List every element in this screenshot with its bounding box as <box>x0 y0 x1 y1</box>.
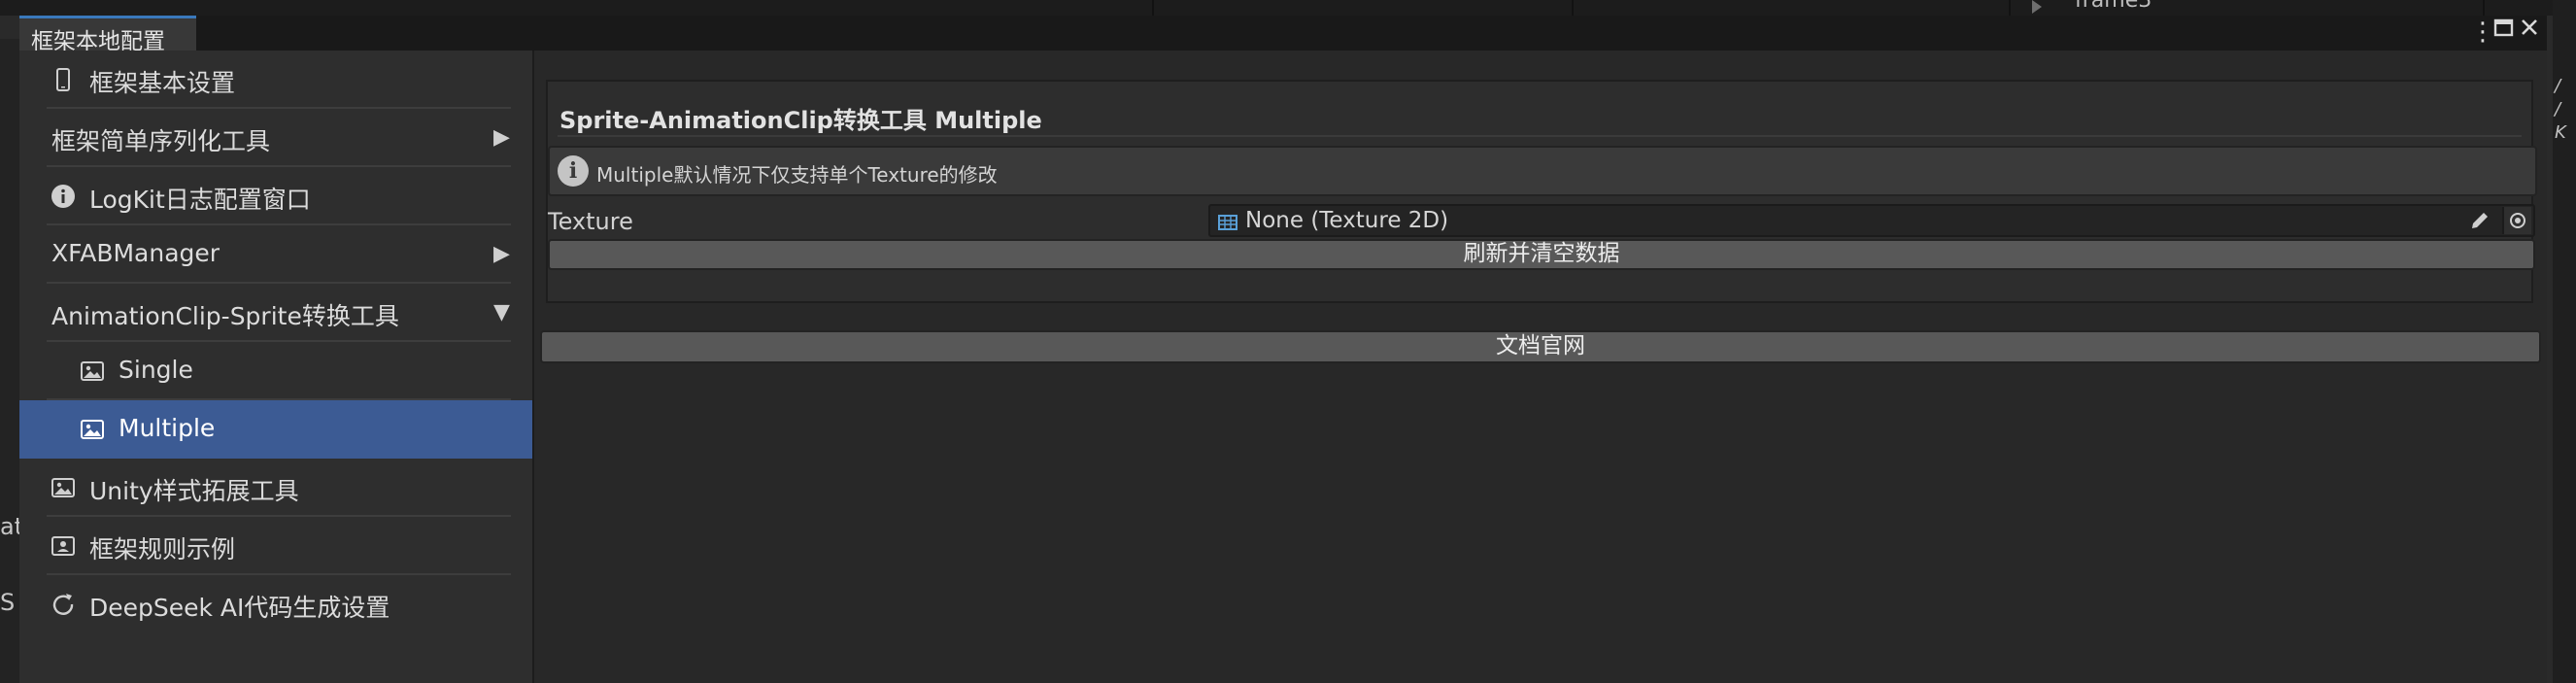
hierarchy-expand-icon[interactable] <box>2032 0 2042 14</box>
sidebar-item-single[interactable]: Single <box>19 342 532 400</box>
image-icon <box>51 475 76 500</box>
framework-config-window: 框架本地配置 ⋮ 框架基本设置 框架简单序列化工具 ▶ LogKit日志配置窗口… <box>19 16 2547 683</box>
edit-pencil-icon[interactable] <box>2469 210 2491 235</box>
sidebar-item-label: 框架规则示例 <box>89 535 236 563</box>
sidebar-item-label: 框架基本设置 <box>89 69 236 97</box>
sidebar-item-multiple[interactable]: Multiple <box>19 400 532 459</box>
close-icon[interactable] <box>2519 17 2540 44</box>
info-icon <box>51 184 76 209</box>
tab-framework-config[interactable]: 框架本地配置 <box>19 16 196 54</box>
background-editor-strip <box>0 0 2576 16</box>
content-panel: Sprite-AnimationClip转换工具 Multiple i Mult… <box>536 51 2547 683</box>
hierarchy-item-frame3[interactable]: frame3 <box>2075 0 2152 13</box>
help-box: i Multiple默认情况下仅支持单个Texture的修改 <box>548 146 2537 196</box>
help-text: Multiple默认情况下仅支持单个Texture的修改 <box>596 163 998 187</box>
more-options-icon[interactable]: ⋮ <box>2470 18 2495 46</box>
sidebar-item-label: Unity样式拓展工具 <box>89 477 299 505</box>
sidebar-item-label: Single <box>119 356 193 384</box>
sidebar-item-label: XFABManager <box>51 239 220 267</box>
collapse-arrow-icon[interactable]: ▼ <box>493 300 510 324</box>
sidebar-item-basic-settings[interactable]: 框架基本设置 <box>19 51 532 109</box>
sidebar-item-serialization-tool[interactable]: 框架简单序列化工具 ▶ <box>19 109 532 167</box>
texture-icon <box>1218 214 1237 235</box>
section-title: Sprite-AnimationClip转换工具 Multiple <box>559 107 1042 134</box>
sidebar-item-xfabmanager[interactable]: XFABManager ▶ <box>19 225 532 284</box>
info-icon: i <box>558 155 589 187</box>
window-tab-bar: 框架本地配置 ⋮ <box>19 16 2547 54</box>
phone-icon <box>51 67 76 92</box>
sidebar: 框架基本设置 框架简单序列化工具 ▶ LogKit日志配置窗口 XFABMana… <box>19 51 534 683</box>
sidebar-item-framework-rules[interactable]: 框架规则示例 <box>19 517 532 575</box>
object-picker-button[interactable] <box>2502 207 2531 234</box>
expand-arrow-icon[interactable]: ▶ <box>493 242 510 266</box>
texture-object-field[interactable]: None (Texture 2D) <box>1208 204 2535 237</box>
maximize-icon[interactable] <box>2493 17 2515 44</box>
sidebar-item-label: LogKit日志配置窗口 <box>89 186 311 214</box>
person-card-icon <box>51 533 76 559</box>
left-background-panel: ati S <box>0 39 30 683</box>
sidebar-item-label: 框架简单序列化工具 <box>51 127 271 155</box>
sidebar-item-animationclip-sprite-tool[interactable]: AnimationClip-Sprite转换工具 ▼ <box>19 284 532 342</box>
sidebar-item-label: DeepSeek AI代码生成设置 <box>89 594 390 622</box>
sidebar-item-logkit[interactable]: LogKit日志配置窗口 <box>19 167 532 225</box>
sidebar-item-deepseek[interactable]: DeepSeek AI代码生成设置 <box>19 575 532 633</box>
right-background-panel: / / K <box>2553 0 2576 683</box>
multiple-tool-box: Sprite-AnimationClip转换工具 Multiple i Mult… <box>546 80 2537 303</box>
sidebar-item-label: AnimationClip-Sprite转换工具 <box>51 302 399 330</box>
refresh-icon <box>51 592 76 617</box>
docs-website-button[interactable]: 文档官网 <box>540 330 2541 363</box>
refresh-clear-data-button[interactable]: 刷新并清空数据 <box>548 239 2535 270</box>
sidebar-item-label: Multiple <box>119 414 216 442</box>
sidebar-item-unity-style-tool[interactable]: Unity样式拓展工具 <box>19 459 532 517</box>
texture-value: None (Texture 2D) <box>1245 208 1449 233</box>
texture-label: Texture <box>548 208 633 235</box>
image-icon <box>80 417 105 442</box>
title-divider <box>558 135 2522 137</box>
image-icon <box>80 359 105 384</box>
expand-arrow-icon[interactable]: ▶ <box>493 125 510 150</box>
